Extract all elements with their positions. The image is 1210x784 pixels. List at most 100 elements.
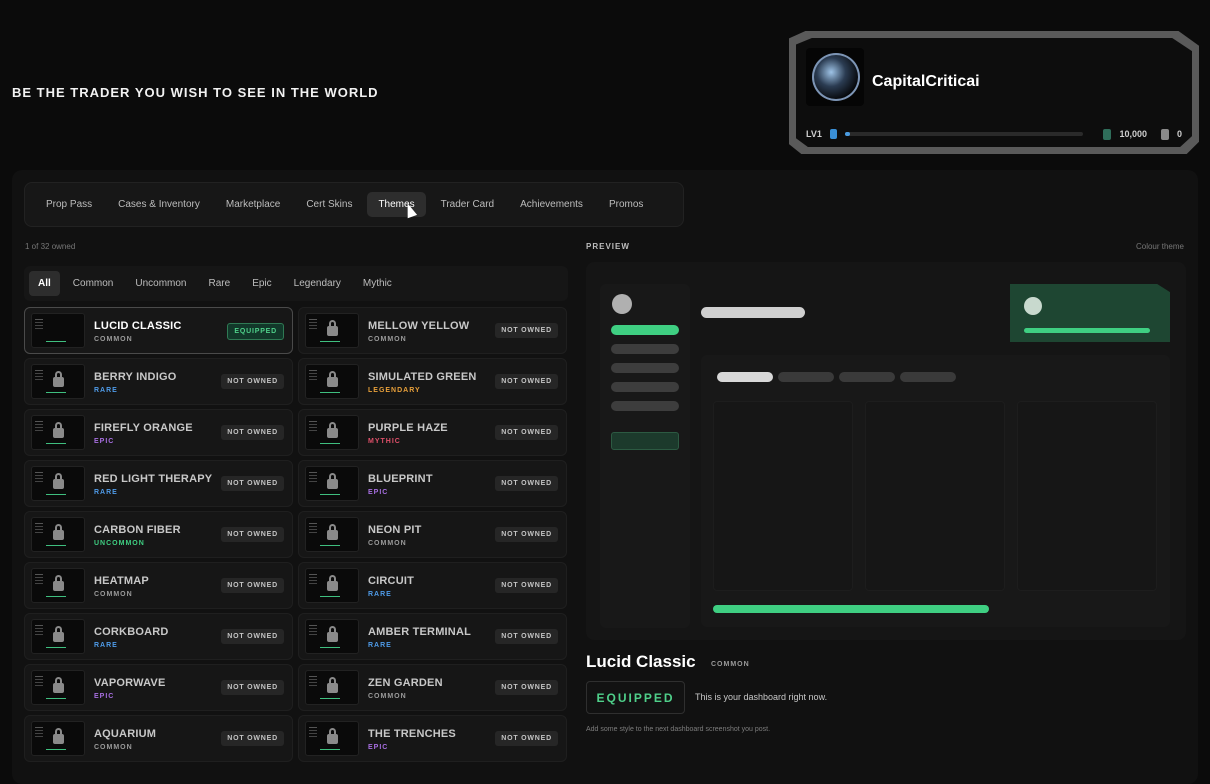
theme-rarity: RARE bbox=[368, 591, 392, 598]
theme-preview bbox=[586, 262, 1186, 640]
thumbnail-lines bbox=[309, 727, 317, 728]
theme-rarity: LEGENDARY bbox=[368, 387, 421, 394]
filter-all[interactable]: All bbox=[29, 271, 60, 296]
theme-rarity: UNCOMMON bbox=[94, 540, 145, 547]
theme-name: VAPORWAVE bbox=[94, 677, 166, 689]
profile-card[interactable]: CapitalCriticai LV1 10,000 0 bbox=[789, 31, 1199, 154]
theme-name: RED LIGHT THERAPY bbox=[94, 473, 213, 485]
preview-nav-item bbox=[611, 382, 679, 392]
theme-card-the-trenches[interactable]: THE TRENCHES EPIC NOT OWNED bbox=[298, 715, 567, 762]
theme-card-corkboard[interactable]: CORKBOARD RARE NOT OWNED bbox=[24, 613, 293, 660]
theme-card-amber-terminal[interactable]: AMBER TERMINAL RARE NOT OWNED bbox=[298, 613, 567, 660]
preview-card-dot bbox=[1024, 297, 1042, 315]
preview-nav-item bbox=[611, 363, 679, 373]
theme-card-neon-pit[interactable]: NEON PIT COMMON NOT OWNED bbox=[298, 511, 567, 558]
thumbnail-lines bbox=[35, 625, 43, 626]
preview-tab bbox=[900, 372, 956, 382]
preview-sidebar-button bbox=[611, 432, 679, 450]
theme-name: CIRCUIT bbox=[368, 575, 415, 587]
theme-rarity: EPIC bbox=[368, 489, 389, 496]
preview-column bbox=[865, 401, 1005, 591]
preview-sidebar bbox=[600, 284, 690, 628]
filter-common[interactable]: Common bbox=[64, 271, 123, 296]
theme-rarity: EPIC bbox=[94, 438, 115, 445]
theme-rarity: EPIC bbox=[94, 693, 115, 700]
not-owned-badge: NOT OWNED bbox=[221, 374, 284, 389]
theme-thumbnail bbox=[31, 466, 85, 501]
theme-name: SIMULATED GREEN bbox=[368, 371, 477, 383]
not-owned-badge: NOT OWNED bbox=[495, 476, 558, 491]
preview-tab bbox=[778, 372, 834, 382]
theme-card-purple-haze[interactable]: PURPLE HAZE MYTHIC NOT OWNED bbox=[298, 409, 567, 456]
thumbnail-bar bbox=[320, 596, 340, 597]
preview-account-card bbox=[1010, 284, 1170, 342]
theme-card-vaporwave[interactable]: VAPORWAVE EPIC NOT OWNED bbox=[24, 664, 293, 711]
avatar[interactable] bbox=[812, 53, 860, 101]
preview-column bbox=[1017, 401, 1157, 591]
theme-name: FIREFLY ORANGE bbox=[94, 422, 193, 434]
rarity-filter-bar: All Common Uncommon Rare Epic Legendary Mythic bbox=[24, 266, 568, 301]
theme-thumbnail bbox=[31, 721, 85, 756]
preview-label: PREVIEW bbox=[586, 242, 630, 251]
not-owned-badge: NOT OWNED bbox=[221, 425, 284, 440]
theme-card-aquarium[interactable]: AQUARIUM COMMON NOT OWNED bbox=[24, 715, 293, 762]
thumbnail-bar bbox=[46, 749, 66, 750]
tab-prop-pass[interactable]: Prop Pass bbox=[35, 192, 103, 217]
theme-card-carbon-fiber[interactable]: CARBON FIBER UNCOMMON NOT OWNED bbox=[24, 511, 293, 558]
level-row: LV1 10,000 0 bbox=[806, 125, 1182, 143]
tab-cases-inventory[interactable]: Cases & Inventory bbox=[107, 192, 211, 217]
theme-thumbnail bbox=[31, 313, 85, 348]
thumbnail-bar bbox=[46, 596, 66, 597]
equipped-button[interactable]: EQUIPPED bbox=[586, 681, 685, 714]
theme-card-firefly-orange[interactable]: FIREFLY ORANGE EPIC NOT OWNED bbox=[24, 409, 293, 456]
theme-card-mellow-yellow[interactable]: MELLOW YELLOW COMMON NOT OWNED bbox=[298, 307, 567, 354]
theme-grid: LUCID CLASSIC COMMON EQUIPPED MELLOW YELLOW… bbox=[24, 307, 568, 762]
thumbnail-lines bbox=[309, 319, 317, 320]
theme-thumbnail bbox=[305, 415, 359, 450]
tab-achievements[interactable]: Achievements bbox=[509, 192, 594, 217]
thumbnail-lines bbox=[35, 319, 43, 320]
themes-panel: Prop Pass Cases & Inventory Marketplace Cer… bbox=[12, 170, 1198, 784]
theme-card-heatmap[interactable]: HEATMAP COMMON NOT OWNED bbox=[24, 562, 293, 609]
filter-uncommon[interactable]: Uncommon bbox=[126, 271, 195, 296]
tab-marketplace[interactable]: Marketplace bbox=[215, 192, 291, 217]
theme-rarity: COMMON bbox=[94, 591, 133, 598]
not-owned-badge: NOT OWNED bbox=[495, 629, 558, 644]
tab-promos[interactable]: Promos bbox=[598, 192, 654, 217]
theme-card-red-light-therapy[interactable]: RED LIGHT THERAPY RARE NOT OWNED bbox=[24, 460, 293, 507]
not-owned-badge: NOT OWNED bbox=[221, 476, 284, 491]
thumbnail-bar bbox=[320, 341, 340, 342]
theme-name: BLUEPRINT bbox=[368, 473, 433, 485]
theme-card-blueprint[interactable]: BLUEPRINT EPIC NOT OWNED bbox=[298, 460, 567, 507]
filter-epic[interactable]: Epic bbox=[243, 271, 280, 296]
theme-card-lucid-classic[interactable]: LUCID CLASSIC COMMON EQUIPPED bbox=[24, 307, 293, 354]
lock-icon bbox=[53, 371, 64, 387]
not-owned-badge: NOT OWNED bbox=[495, 374, 558, 389]
theme-card-simulated-green[interactable]: SIMULATED GREEN LEGENDARY NOT OWNED bbox=[298, 358, 567, 405]
theme-card-circuit[interactable]: CIRCUIT RARE NOT OWNED bbox=[298, 562, 567, 609]
filter-rare[interactable]: Rare bbox=[200, 271, 240, 296]
theme-card-zen-garden[interactable]: ZEN GARDEN COMMON NOT OWNED bbox=[298, 664, 567, 711]
theme-name: HEATMAP bbox=[94, 575, 149, 587]
not-owned-badge: NOT OWNED bbox=[495, 578, 558, 593]
lock-icon bbox=[53, 677, 64, 693]
theme-thumbnail bbox=[31, 670, 85, 705]
theme-name: AQUARIUM bbox=[94, 728, 157, 740]
filter-mythic[interactable]: Mythic bbox=[354, 271, 401, 296]
tab-cert-skins[interactable]: Cert Skins bbox=[295, 192, 363, 217]
thumbnail-lines bbox=[309, 676, 317, 677]
xp-progress-bar bbox=[844, 132, 1084, 136]
thumbnail-bar bbox=[320, 545, 340, 546]
preview-nav-item bbox=[611, 401, 679, 411]
preview-title-bar bbox=[701, 307, 805, 318]
xp-icon bbox=[829, 129, 837, 139]
coin-icon bbox=[1103, 128, 1112, 140]
not-owned-badge: NOT OWNED bbox=[495, 680, 558, 695]
theme-rarity: RARE bbox=[94, 387, 118, 394]
tab-trader-card[interactable]: Trader Card bbox=[430, 192, 506, 217]
preview-avatar bbox=[612, 294, 632, 314]
theme-thumbnail bbox=[305, 619, 359, 654]
filter-legendary[interactable]: Legendary bbox=[285, 271, 350, 296]
selected-theme-rarity: COMMON bbox=[711, 661, 750, 668]
theme-card-berry-indigo[interactable]: BERRY INDIGO RARE NOT OWNED bbox=[24, 358, 293, 405]
